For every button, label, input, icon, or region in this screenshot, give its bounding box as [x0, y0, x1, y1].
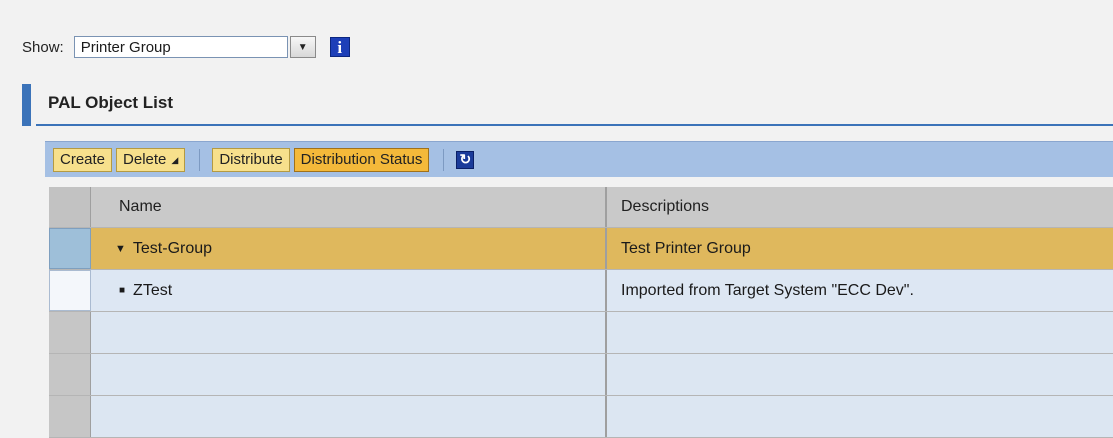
row-name: Test-Group	[132, 239, 213, 257]
create-button-label: Create	[60, 150, 106, 168]
panel-title-marker	[22, 84, 31, 126]
empty-table-row	[49, 354, 1113, 396]
object-list-toolbar: Create Delete ◢ Distribute Distribution …	[45, 141, 1113, 177]
row-name-cell: ▼ Test-Group	[91, 228, 607, 269]
table-row[interactable]: ■ ZTest Imported from Target System "ECC…	[49, 270, 1113, 312]
create-button[interactable]: Create	[53, 147, 113, 172]
show-select-dropdown-button[interactable]: ▼	[289, 36, 316, 58]
leaf-bullet-icon: ■	[119, 285, 126, 296]
row-selector[interactable]	[49, 396, 91, 437]
distribution-status-button[interactable]: Distribution Status	[293, 147, 430, 172]
column-header-name[interactable]: Name	[91, 187, 607, 227]
table-row[interactable]: ▼ Test-Group Test Printer Group	[49, 228, 1113, 270]
toolbar-separator	[443, 148, 445, 171]
column-header-descriptions[interactable]: Descriptions	[607, 187, 1113, 227]
empty-cell	[91, 396, 607, 437]
empty-cell	[91, 312, 607, 353]
filter-row: Show: Printer Group ▼ i	[22, 34, 350, 60]
row-selector[interactable]	[49, 312, 91, 353]
row-description: Imported from Target System "ECC Dev".	[621, 281, 914, 299]
toolbar-separator	[199, 148, 201, 171]
row-selector[interactable]	[49, 228, 91, 269]
select-all-cell[interactable]	[49, 187, 91, 227]
distribute-button-label: Distribute	[219, 150, 283, 168]
delete-button[interactable]: Delete ◢	[116, 147, 186, 172]
object-table: Name Descriptions ▼ Test-Group Test Prin…	[49, 187, 1113, 438]
empty-cell	[607, 396, 1113, 437]
delete-button-label: Delete	[123, 150, 167, 168]
distribute-button[interactable]: Distribute	[212, 147, 290, 172]
show-select-value[interactable]: Printer Group	[73, 36, 288, 58]
empty-cell	[91, 354, 607, 395]
panel-title-underline	[36, 124, 1113, 126]
info-icon[interactable]: i	[329, 37, 350, 57]
table-header-row: Name Descriptions	[49, 187, 1113, 228]
row-selector[interactable]	[49, 270, 91, 311]
empty-table-row	[49, 312, 1113, 354]
empty-cell	[607, 312, 1113, 353]
empty-cell	[607, 354, 1113, 395]
empty-table-row	[49, 396, 1113, 438]
panel-title: PAL Object List	[48, 93, 174, 112]
expanded-triangle-icon[interactable]: ▼	[115, 243, 126, 255]
row-name-cell: ■ ZTest	[91, 270, 607, 311]
row-selector[interactable]	[49, 354, 91, 395]
row-description: Test Printer Group	[621, 239, 751, 257]
show-label: Show:	[22, 38, 64, 56]
refresh-icon[interactable]: ↻	[456, 150, 475, 169]
dropdown-triangle-icon: ◢	[171, 154, 179, 165]
row-name: ZTest	[133, 281, 173, 299]
panel-header: PAL Object List	[22, 84, 1113, 126]
chevron-down-icon: ▼	[297, 41, 308, 53]
show-select[interactable]: Printer Group ▼	[73, 35, 316, 59]
distribution-status-button-label: Distribution Status	[300, 150, 423, 168]
